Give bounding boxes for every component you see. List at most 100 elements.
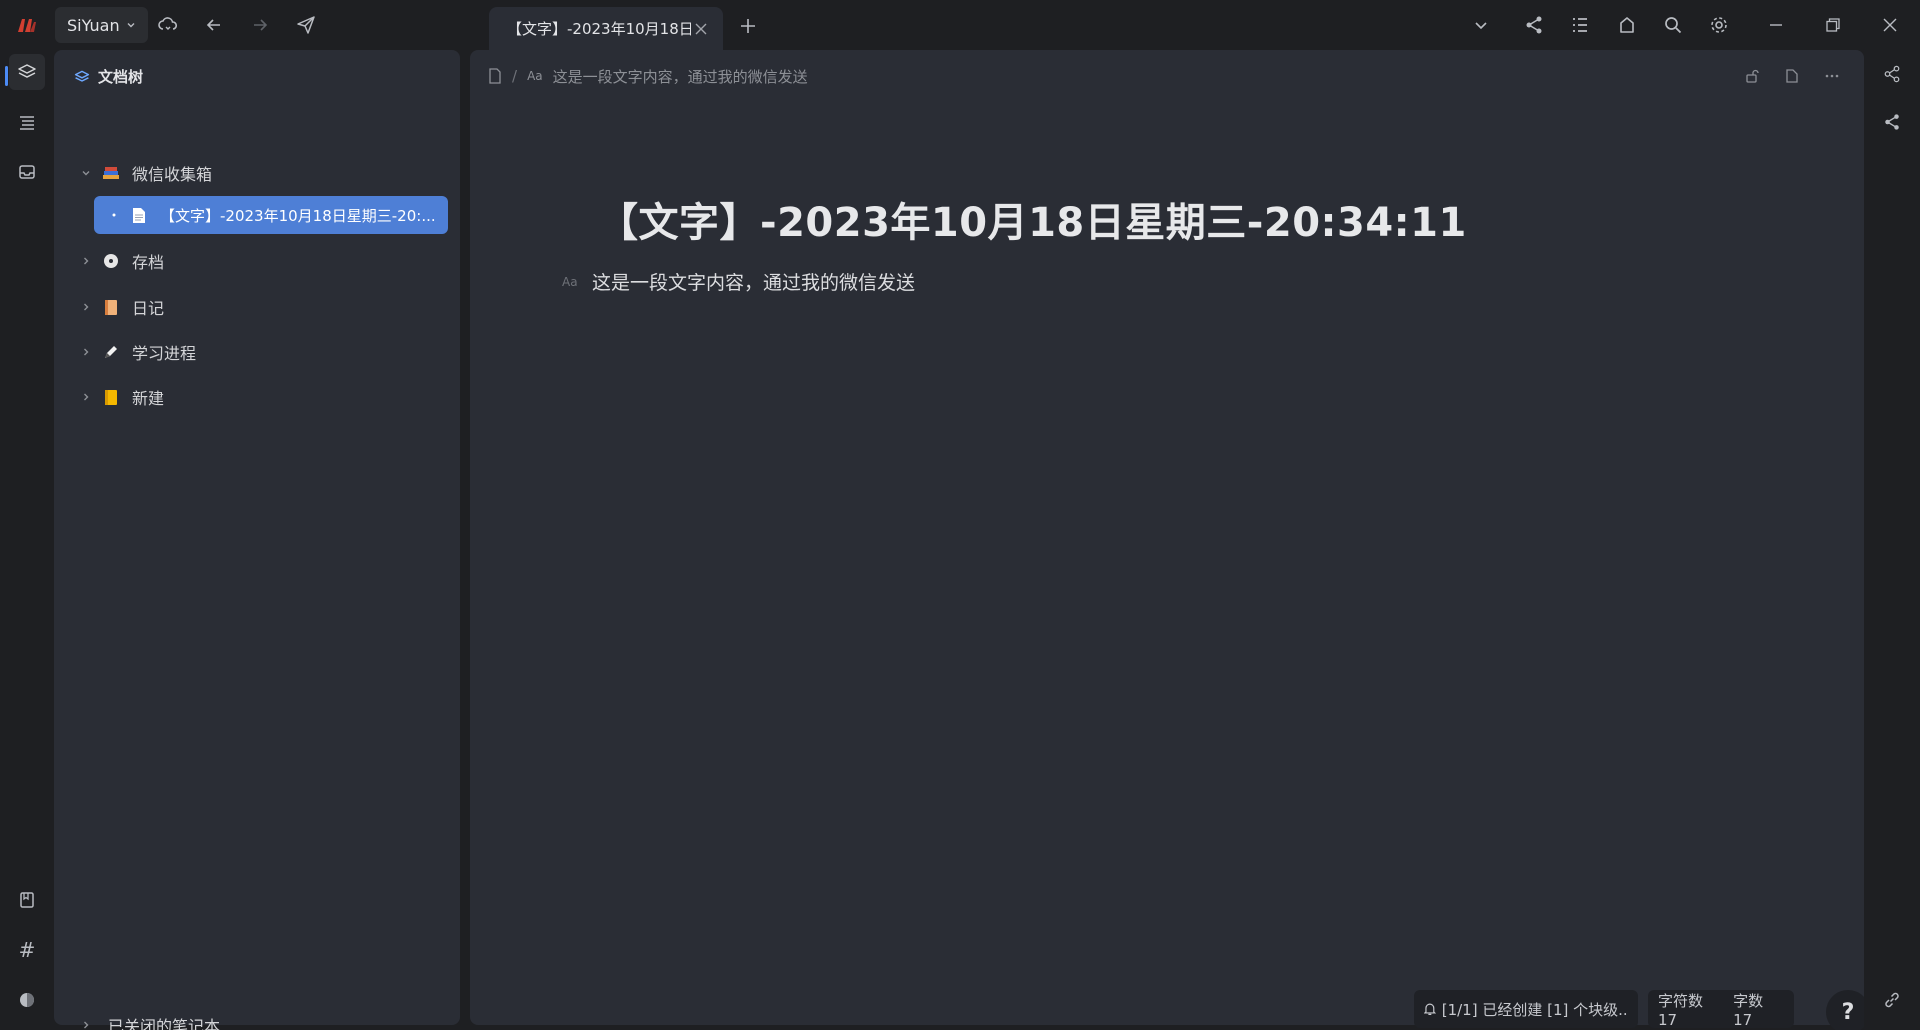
right-dock — [1864, 50, 1920, 1030]
chevron-down-icon[interactable] — [76, 163, 96, 183]
doc-info-button[interactable] — [1776, 62, 1808, 90]
close-window-button[interactable] — [1872, 7, 1908, 43]
puzzle-icon — [1620, 17, 1634, 33]
close-icon — [695, 23, 707, 34]
chevron-right-icon[interactable] — [76, 251, 96, 271]
notebook-item[interactable]: 新建 — [54, 378, 460, 416]
notebook-emoji-icon — [100, 296, 122, 318]
list-icon — [1573, 18, 1587, 32]
more-button[interactable] — [1816, 62, 1848, 90]
graph-icon — [1885, 114, 1899, 130]
share-nodes-icon — [1526, 16, 1542, 34]
siyuan-logo — [14, 14, 40, 36]
file-tree-title: 文档树 — [98, 68, 144, 86]
chevron-down-icon — [1475, 22, 1487, 30]
arrow-left-icon — [206, 19, 220, 31]
notebook-item[interactable]: 学习进程 — [54, 333, 460, 371]
notebook-label: 微信收集箱 — [132, 165, 213, 184]
unlock-icon — [1746, 69, 1759, 83]
search-icon — [1665, 17, 1682, 34]
backlinks-dock-button[interactable] — [1874, 982, 1910, 1018]
notebook-label: 新建 — [132, 389, 165, 408]
back-button[interactable] — [196, 7, 232, 43]
notebook-label: 日记 — [132, 299, 165, 318]
notification-status[interactable]: [1/1] 已经创建 [1] 个块级... — [1414, 990, 1638, 1028]
minimize-button[interactable] — [1758, 7, 1794, 43]
search-button[interactable] — [1655, 7, 1691, 43]
tab-close-button[interactable] — [691, 19, 711, 39]
chevron-down-icon — [127, 23, 135, 28]
document-item-selected[interactable]: 【文字】-2023年10月18日星期三-20:... — [94, 196, 448, 234]
unlock-button[interactable] — [1736, 62, 1768, 90]
inbox-dock-button[interactable] — [9, 154, 45, 190]
graph-dock-button[interactable] — [1874, 104, 1910, 140]
books-emoji-icon — [100, 162, 122, 184]
tab-document[interactable]: 【文字】-2023年10月18日星期三-20:34:11 — [489, 7, 723, 50]
breadcrumb-item[interactable]: 这是一段文字内容，通过我的微信发送 — [553, 66, 808, 87]
backlink-dock-button[interactable] — [9, 982, 45, 1018]
link-icon — [1885, 992, 1899, 1008]
active-indicator — [5, 66, 8, 86]
tab-title: 【文字】-2023年10月18日星期三-20:34:11 — [507, 20, 691, 38]
closed-notebooks-toggle[interactable]: 已关闭的笔记本 — [54, 1010, 220, 1030]
notebook-item[interactable]: 日记 — [54, 288, 460, 326]
chevron-right-icon[interactable] — [76, 387, 96, 407]
arrow-right-icon — [254, 19, 268, 31]
outline-icon — [20, 116, 34, 130]
paragraph-text[interactable]: 这是一段文字内容，通过我的微信发送 — [592, 268, 915, 295]
bullet-icon — [104, 205, 124, 225]
forward-button[interactable] — [242, 7, 278, 43]
disc-emoji-icon — [100, 250, 122, 272]
breadcrumb: / Aa 这是一段文字内容，通过我的微信发送 — [488, 64, 808, 88]
marketplace-button[interactable] — [1609, 7, 1645, 43]
top-bar: SiYuan 【文字】-2023年10月18日星期三-20:34:11 — [0, 0, 1920, 50]
document-title[interactable]: 【文字】-2023年10月18日星期三-20:34:11 — [598, 190, 1467, 248]
graph-view-button[interactable] — [1516, 7, 1552, 43]
breadcrumb-separator: / — [512, 67, 518, 85]
word-count-status: 字符数 17 字数 17 — [1648, 990, 1794, 1029]
bookmark-icon — [20, 892, 34, 908]
pencil-emoji-icon — [100, 341, 122, 363]
new-tab-button[interactable] — [730, 8, 766, 44]
global-graph-dock-button[interactable] — [1874, 56, 1910, 92]
notebook-item[interactable]: 存档 — [54, 242, 460, 280]
minimize-icon — [1770, 24, 1782, 26]
workspace-label: SiYuan — [67, 15, 120, 35]
plus-icon — [741, 19, 755, 33]
document-label: 【文字】-2023年10月18日星期三-20:... — [160, 206, 436, 225]
cloud-sync-icon — [158, 17, 178, 30]
file-tree-header: 文档树 — [74, 66, 143, 87]
outline-dock-button[interactable] — [9, 104, 45, 140]
notebook-item[interactable]: 微信收集箱 — [54, 154, 460, 192]
file-tree-panel: 文档树 微信收集箱 【文字】-2023年10月18日星期三-20:... 存档 — [54, 50, 460, 1030]
paper-plane-icon — [297, 16, 315, 34]
tab-list-dropdown[interactable] — [1463, 7, 1499, 43]
file-icon[interactable] — [488, 68, 502, 84]
editor-panel: / Aa 这是一段文字内容，通过我的微信发送 【文字】-2023年10月18日星… — [470, 50, 1870, 1030]
word-count: 字数 17 — [1733, 991, 1764, 1029]
restore-button[interactable] — [1815, 7, 1851, 43]
editor-actions — [1736, 62, 1848, 90]
chevron-right-icon[interactable] — [76, 297, 96, 317]
workspace-menu-button[interactable]: SiYuan — [55, 7, 148, 43]
yellow-notebook-emoji-icon — [100, 386, 122, 408]
file-icon — [1786, 69, 1798, 83]
question-icon: ? — [1841, 999, 1855, 1025]
inbox-icon — [19, 165, 35, 179]
paragraph-block[interactable]: Aa 这是一段文字内容，通过我的微信发送 — [562, 268, 915, 295]
layers-icon — [74, 70, 90, 82]
outline-button[interactable] — [1562, 7, 1598, 43]
notebook-label: 学习进程 — [132, 344, 197, 363]
tag-dock-button[interactable]: # — [9, 932, 45, 968]
bell-icon — [1424, 1003, 1436, 1015]
bookmark-dock-button[interactable] — [9, 882, 45, 918]
char-count: 字符数 17 — [1658, 991, 1704, 1029]
chevron-right-icon[interactable] — [76, 342, 96, 362]
send-button[interactable] — [288, 7, 324, 43]
sync-button[interactable] — [150, 7, 186, 43]
notebook-label: 存档 — [132, 253, 165, 272]
paragraph-type-icon: Aa — [527, 69, 543, 83]
settings-button[interactable] — [1701, 7, 1737, 43]
block-type-icon[interactable]: Aa — [562, 275, 592, 289]
file-tree-dock-button[interactable] — [9, 54, 45, 90]
